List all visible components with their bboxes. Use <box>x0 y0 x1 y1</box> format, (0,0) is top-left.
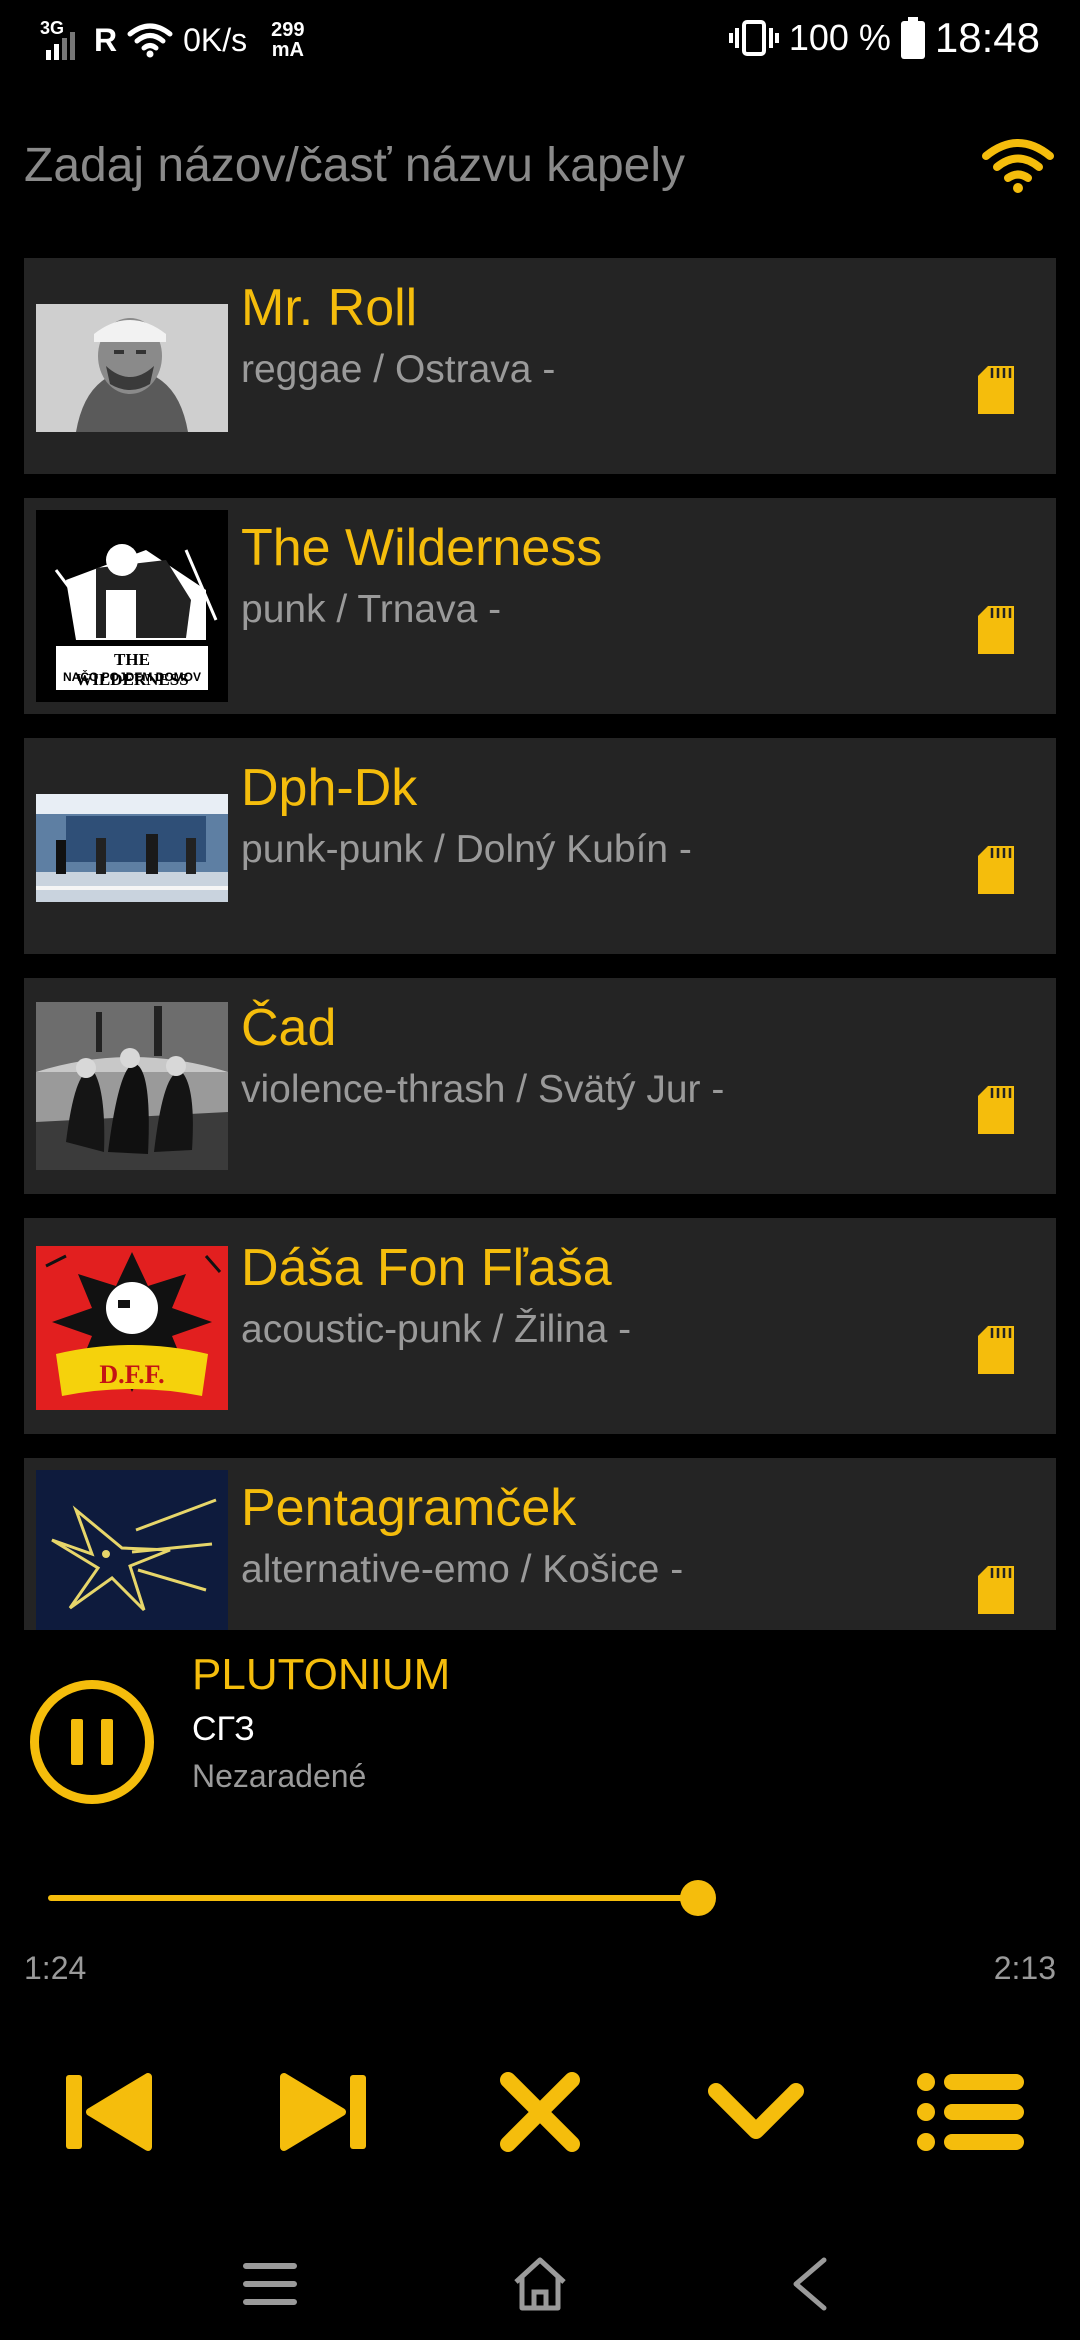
band-meta: alternative-emo / Košice - <box>241 1548 684 1591</box>
roaming-indicator: R <box>94 21 118 58</box>
band-meta: acoustic-punk / Žilina - <box>241 1308 632 1351</box>
stop-button[interactable] <box>480 2052 600 2172</box>
seek-bar[interactable] <box>48 1878 716 1918</box>
battery-percent: 100 % <box>788 17 891 58</box>
recents-icon <box>243 2263 297 2305</box>
current-draw-unit: mA <box>271 39 304 61</box>
sd-card-icon <box>978 1086 1014 1134</box>
vibrate-icon <box>728 20 779 56</box>
now-playing-panel: PLUTONIUM СГЗ Nezaradené 1:24 2:13 <box>0 1632 1080 2232</box>
battery-icon <box>900 17 925 59</box>
sd-card-icon <box>978 1566 1014 1614</box>
network-speed: 0K/s <box>183 21 248 58</box>
playlist-icon <box>917 2073 1024 2151</box>
total-time: 2:13 <box>993 1950 1056 1986</box>
band-name: Dph-Dk <box>241 759 418 817</box>
chevron-down-icon <box>708 2083 804 2139</box>
sd-card-icon <box>978 1326 1014 1374</box>
band-list-item[interactable]: THE WILDERNESS NAČO POJDEM DOMOV The Wil… <box>24 498 1056 714</box>
track-artist: СГЗ <box>192 1710 255 1748</box>
band-name: Mr. Roll <box>241 279 418 337</box>
band-thumbnail <box>36 794 228 902</box>
band-thumbnail: D.F.F. <box>36 1246 228 1410</box>
clock: 18:48 <box>934 14 1040 61</box>
status-bar-right: 100 % 18:48 <box>728 14 1040 62</box>
band-thumbnail <box>36 304 228 432</box>
status-bar: 3G R 0K/s 299 mA 100 % 18:48 <box>0 0 1080 86</box>
band-thumbnail <box>36 1470 228 1630</box>
thumbnail-title: D.F.F. <box>99 1360 165 1389</box>
band-list-item[interactable]: Dph-Dk punk-punk / Dolný Kubín - <box>24 738 1056 954</box>
skip-next-icon <box>280 2073 366 2151</box>
band-name: Pentagramček <box>241 1479 577 1537</box>
band-list-item[interactable]: D.F.F. Dáša Fon Fľaša acoustic-punk / Ži… <box>24 1218 1056 1434</box>
back-icon <box>793 2257 827 2311</box>
seek-bar-thumb[interactable] <box>680 1880 716 1916</box>
current-draw-value: 299 <box>271 19 305 41</box>
sd-card-icon <box>978 366 1014 414</box>
elapsed-time: 1:24 <box>24 1950 87 1986</box>
collapse-player-button[interactable] <box>696 2052 816 2172</box>
playlist-button[interactable] <box>912 2052 1032 2172</box>
wifi-status-icon <box>127 23 173 58</box>
online-search-button[interactable] <box>980 138 1056 194</box>
band-list[interactable]: Mr. Roll reggae / Ostrava - THE WILDERNE… <box>24 258 1056 1630</box>
playback-controls <box>0 2052 1080 2172</box>
home-icon <box>514 2257 566 2311</box>
wifi-icon <box>982 139 1054 193</box>
recents-button[interactable] <box>230 2244 310 2324</box>
sd-card-icon <box>978 846 1014 894</box>
track-title: PLUTONIUM <box>192 1650 451 1699</box>
thumbnail-subtitle: NAČO POJDEM DOMOV <box>62 670 201 684</box>
seek-bar-progress <box>48 1895 698 1901</box>
skip-previous-icon <box>66 2073 152 2151</box>
band-thumbnail: THE WILDERNESS NAČO POJDEM DOMOV <box>36 510 228 702</box>
previous-button[interactable] <box>48 2052 168 2172</box>
band-meta: punk / Trnava - <box>241 588 502 631</box>
band-meta: violence-thrash / Svätý Jur - <box>241 1068 725 1111</box>
band-thumbnail <box>36 1002 228 1170</box>
next-button[interactable] <box>264 2052 384 2172</box>
band-name: The Wilderness <box>241 519 603 577</box>
system-navigation-bar <box>0 2220 1080 2340</box>
band-meta: punk-punk / Dolný Kubín - <box>241 828 692 871</box>
play-pause-button[interactable] <box>30 1680 154 1804</box>
band-list-item[interactable]: Čad violence-thrash / Svätý Jur - <box>24 978 1056 1194</box>
sd-card-icon <box>978 606 1014 654</box>
close-icon <box>500 2072 580 2152</box>
band-name: Dáša Fon Fľaša <box>241 1239 612 1297</box>
band-name: Čad <box>241 999 337 1057</box>
track-genre: Nezaradené <box>192 1758 367 1794</box>
band-list-item[interactable]: Mr. Roll reggae / Ostrava - <box>24 258 1056 474</box>
current-draw: 299 mA <box>271 20 304 60</box>
home-button[interactable] <box>500 2244 580 2324</box>
band-meta: reggae / Ostrava - <box>241 348 556 391</box>
back-button[interactable] <box>770 2244 850 2324</box>
cellular-signal-icon: 3G <box>40 18 84 62</box>
status-bar-left: 3G R 0K/s 299 mA <box>40 18 305 62</box>
band-list-item[interactable]: Pentagramček alternative-emo / Košice - <box>24 1458 1056 1630</box>
search-header <box>0 120 1080 210</box>
band-search-input[interactable] <box>24 134 944 196</box>
